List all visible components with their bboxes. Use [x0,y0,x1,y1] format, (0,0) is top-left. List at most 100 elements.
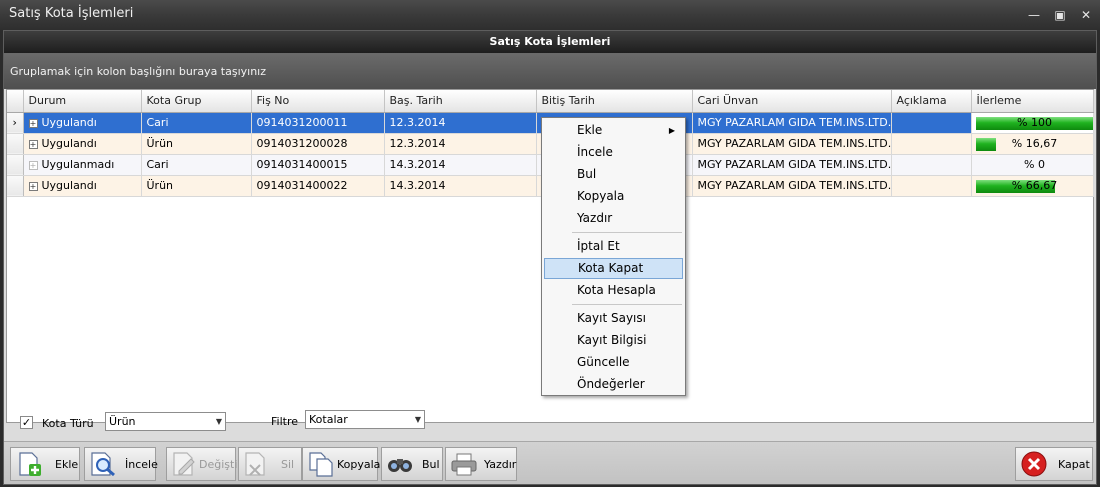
incele-button[interactable]: İncele [84,447,158,481]
sil-label: Sil [281,458,295,471]
bas-tarih-cell: 12.3.2014 [384,112,537,134]
kota-grup-cell: Ürün [141,133,252,155]
progress-text: % 0 [1024,158,1045,171]
kapat-button[interactable]: Kapat [1015,447,1093,481]
expand-icon[interactable]: + [28,160,38,170]
aciklama-cell [891,154,972,176]
menu-separator [572,232,682,233]
durum-cell: + Uygulandı [23,112,142,134]
bas-tarih-cell: 14.3.2014 [384,175,537,197]
fis-no-cell: 0914031200028 [251,133,385,155]
kota-grup-cell: Cari [141,154,252,176]
kopyala-button[interactable]: Kopyala [302,447,380,481]
printer-icon [451,453,477,476]
maximize-icon[interactable]: ▣ [1049,6,1071,24]
row-indicator [7,175,24,197]
submenu-arrow-icon: ▶ [668,126,675,135]
filtre-select[interactable]: Kotalar ▼ [305,410,425,429]
kota-grup-cell: Cari [141,112,252,134]
binoculars-icon [388,459,412,472]
add-document-icon [19,452,41,476]
kota-turu-label: Kota Türü [42,417,94,430]
menu-item-guncelle[interactable]: Güncelle [544,352,683,373]
inspect-icon [91,452,115,477]
menu-item-incele[interactable]: İncele [544,142,683,163]
ekle-label: Ekle [55,458,79,471]
menu-item-kopyala[interactable]: Kopyala [544,186,683,207]
kota-grup-cell: Ürün [141,175,252,197]
yazdir-button[interactable]: Yazdır [445,447,517,481]
progress-text: % 66,67 [1011,179,1058,192]
expand-icon[interactable]: + [28,118,38,128]
expand-icon[interactable]: + [28,181,38,191]
menu-separator [572,304,682,305]
column-header-durum[interactable]: Durum [23,90,142,113]
column-header-cari-unvan[interactable]: Cari Ünvan [692,90,892,113]
chevron-down-icon: ▼ [414,415,421,424]
cari-unvan-cell: MGY PAZARLAM GIDA TEM.INS.LTD.S... [692,112,892,134]
kapat-label: Kapat [1058,458,1090,471]
column-header-fis-no[interactable]: Fiş No [251,90,385,113]
column-header-bitis-tarih[interactable]: Bitiş Tarih [536,90,693,113]
filtre-value: Kotalar [309,413,348,426]
delete-icon [245,452,265,476]
column-header-kota-grup[interactable]: Kota Grup [141,90,252,113]
cari-unvan-cell: MGY PAZARLAM GIDA TEM.INS.LTD.S... [692,175,892,197]
menu-item-kota-hesapla[interactable]: Kota Hesapla [544,280,683,301]
menu-item-bul[interactable]: Bul [544,164,683,185]
toolbar: Ekle İncele Değiştir Sil Kopyala Bul Yaz… [4,441,1096,484]
window-title-bar: Satış Kota İşlemleri — ▣ ✕ [0,0,1100,30]
yazdir-label: Yazdır [484,458,517,471]
menu-item-ondegerler[interactable]: Öndeğerler [544,374,683,395]
degistir-label: Değiştir [199,458,242,471]
window-title: Satış Kota İşlemleri [9,6,134,21]
expand-icon[interactable]: + [28,139,38,149]
menu-item-kayit-sayisi[interactable]: Kayıt Sayısı [544,308,683,329]
degistir-button[interactable]: Değiştir [166,447,242,481]
copy-icon [309,452,333,477]
column-header-aciklama[interactable]: Açıklama [891,90,972,113]
fis-no-cell: 0914031200011 [251,112,385,134]
row-indicator [7,154,24,176]
context-menu: Ekle ▶ İncele Bul Kopyala Yazdır İptal Et… [541,117,686,396]
close-circle-icon [1021,451,1047,477]
menu-item-yazdir[interactable]: Yazdır [544,208,683,229]
bul-button[interactable]: Bul [381,447,443,481]
ilerleme-cell: % 0 [971,154,1094,176]
progress-text: % 100 [1017,116,1052,129]
minimize-icon[interactable]: — [1023,6,1045,24]
ilerleme-cell: % 66,67 [971,175,1094,197]
kota-turu-checkbox[interactable]: ✓ [20,416,33,429]
row-indicator-icon: › [7,112,24,134]
menu-item-kayit-bilgisi[interactable]: Kayıt Bilgisi [544,330,683,351]
close-icon[interactable]: ✕ [1075,6,1097,24]
progress-text: % 16,67 [1011,137,1058,150]
fis-no-cell: 0914031400022 [251,175,385,197]
durum-cell: + Uygulandı [23,175,142,197]
incele-label: İncele [125,458,158,471]
column-header-ilerleme[interactable]: İlerleme [971,90,1094,113]
ilerleme-cell: % 16,67 [971,133,1094,155]
panel-title: Satış Kota İşlemleri [4,31,1096,53]
aciklama-cell [891,133,972,155]
cari-unvan-cell: MGY PAZARLAM GIDA TEM.INS.LTD.S... [692,154,892,176]
menu-item-iptal-et[interactable]: İptal Et [544,236,683,257]
grid-header-row: Durum Kota Grup Fiş No Baş. Tarih Bitiş … [7,90,1094,113]
durum-text: Uygulandı [41,137,97,150]
fis-no-cell: 0914031400015 [251,154,385,176]
ekle-button[interactable]: Ekle [10,447,80,481]
group-by-panel[interactable]: Gruplamak için kolon başlığını buraya ta… [4,53,1096,89]
aciklama-cell [891,175,972,197]
ilerleme-cell: % 100 [971,112,1094,134]
bas-tarih-cell: 12.3.2014 [384,133,537,155]
column-header-bas-tarih[interactable]: Baş. Tarih [384,90,537,113]
kota-turu-select[interactable]: Ürün ▼ [105,412,226,431]
durum-text: Uygulandı [41,116,97,129]
durum-cell: + Uygulandı [23,133,142,155]
row-indicator [7,133,24,155]
durum-cell: + Uygulanmadı [23,154,142,176]
menu-item-ekle[interactable]: Ekle ▶ [544,120,683,141]
aciklama-cell [891,112,972,134]
sil-button[interactable]: Sil [238,447,302,481]
menu-item-kota-kapat[interactable]: Kota Kapat [544,258,683,279]
